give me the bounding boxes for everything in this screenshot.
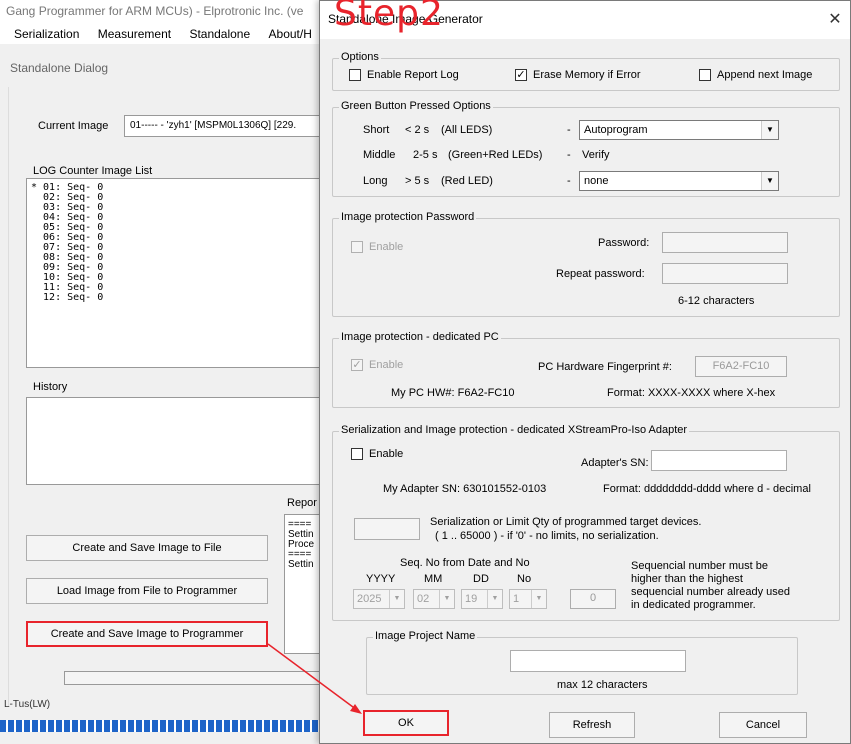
arrow-line xyxy=(267,643,358,711)
annotation-arrow xyxy=(267,643,362,714)
